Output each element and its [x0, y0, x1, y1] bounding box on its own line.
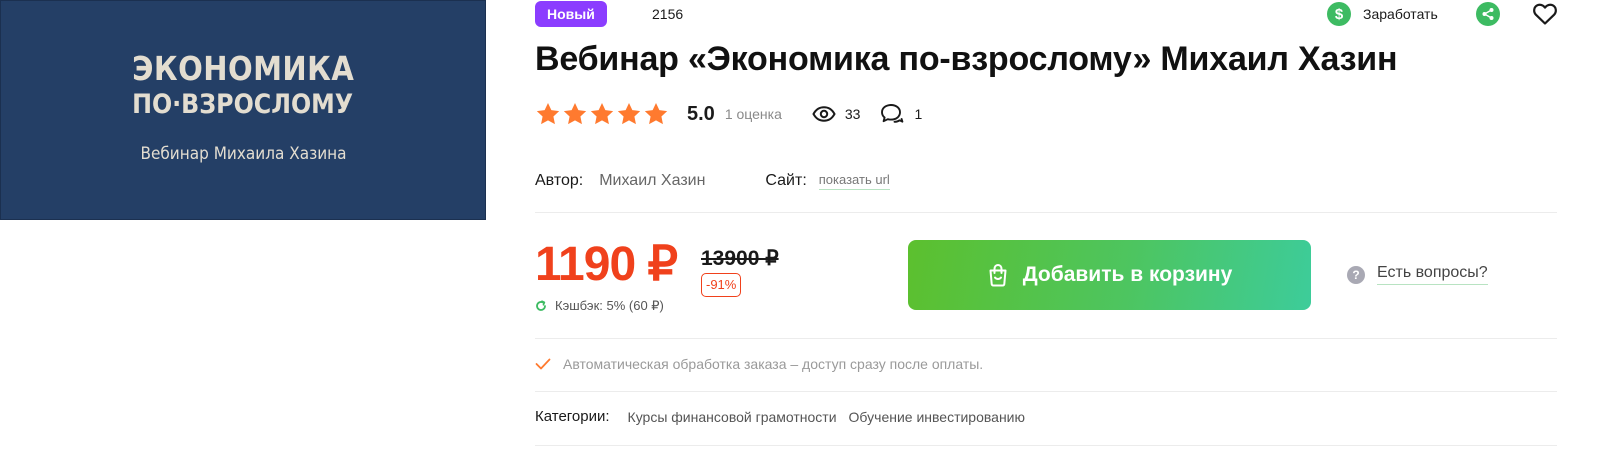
- rating-value: 5.0: [687, 102, 715, 125]
- product-title: Вебинар «Экономика по-взрослому» Михаил …: [535, 40, 1398, 78]
- meta-row: Автор: Михаил Хазин Сайт: показать url: [535, 172, 890, 190]
- category-link[interactable]: Обучение инвестированию: [849, 409, 1025, 425]
- new-badge: Новый: [535, 1, 607, 27]
- divider: [535, 445, 1557, 446]
- dollar-icon: $: [1327, 2, 1351, 26]
- refresh-icon: [536, 300, 546, 311]
- auto-processing-text: Автоматическая обработка заказа – доступ…: [563, 356, 984, 372]
- earn-label: Заработать: [1363, 6, 1438, 22]
- divider: [535, 212, 1557, 213]
- category-link[interactable]: Курсы финансовой грамотности: [628, 409, 837, 425]
- product-cover-image: ЭКОНОМИКА ПО·ВЗРОСЛОМУ Вебинар Михаила Х…: [0, 0, 486, 220]
- rating-row: 5.0 1 оценка 33 1: [535, 100, 922, 128]
- question-icon: ?: [1347, 265, 1365, 284]
- star-icon: [536, 102, 560, 125]
- eye-icon: [812, 106, 836, 122]
- heart-icon[interactable]: [1532, 2, 1558, 26]
- earn-button[interactable]: $ Заработать: [1327, 2, 1438, 26]
- add-to-cart-label: Добавить в корзину: [1022, 263, 1233, 286]
- cashback-text: Кэшбэк: 5% (60 ₽): [555, 298, 664, 313]
- author-value[interactable]: Михаил Хазин: [599, 172, 705, 190]
- add-to-cart-button[interactable]: Добавить в корзину: [908, 240, 1311, 310]
- divider: [535, 391, 1557, 392]
- star-icon: [617, 102, 641, 125]
- product-sku: 2156: [652, 6, 684, 22]
- shopping-bag-icon: [989, 263, 1007, 287]
- auto-processing-note: Автоматическая обработка заказа – доступ…: [535, 356, 983, 372]
- current-price: 1190 ₽: [535, 238, 678, 291]
- cover-title-line2: ПО·ВЗРОСЛОМУ: [132, 89, 354, 120]
- categories-row: Категории: Курсы финансовой грамотности …: [535, 408, 1025, 425]
- categories-label: Категории:: [535, 408, 610, 425]
- comments-icon: [881, 104, 904, 123]
- site-label: Сайт:: [765, 172, 807, 189]
- share-icon[interactable]: [1476, 2, 1500, 26]
- rating-count[interactable]: 1 оценка: [725, 106, 782, 122]
- questions-label: Есть вопросы?: [1377, 264, 1488, 285]
- views-counter: 33: [812, 106, 861, 122]
- discount-badge: -91%: [701, 273, 742, 297]
- cashback-info: Кэшбэк: 5% (60 ₽): [535, 298, 664, 314]
- rating-stars: [535, 101, 669, 127]
- divider: [535, 338, 1557, 339]
- comments-count: 1: [914, 106, 923, 122]
- star-icon: [590, 102, 614, 125]
- show-url-link[interactable]: показать url: [818, 172, 890, 190]
- comments-counter[interactable]: 1: [880, 103, 922, 125]
- views-count: 33: [844, 106, 861, 122]
- cover-subtitle: Вебинар Михаила Хазина: [139, 144, 347, 164]
- checkmark-icon: [535, 358, 551, 370]
- star-icon: [644, 102, 668, 125]
- cover-title-line1: ЭКОНОМИКА: [131, 49, 355, 88]
- old-price: 13900 ₽: [701, 247, 779, 270]
- star-icon: [563, 102, 587, 125]
- questions-link[interactable]: ? Есть вопросы?: [1347, 264, 1488, 285]
- author-label: Автор:: [535, 172, 584, 189]
